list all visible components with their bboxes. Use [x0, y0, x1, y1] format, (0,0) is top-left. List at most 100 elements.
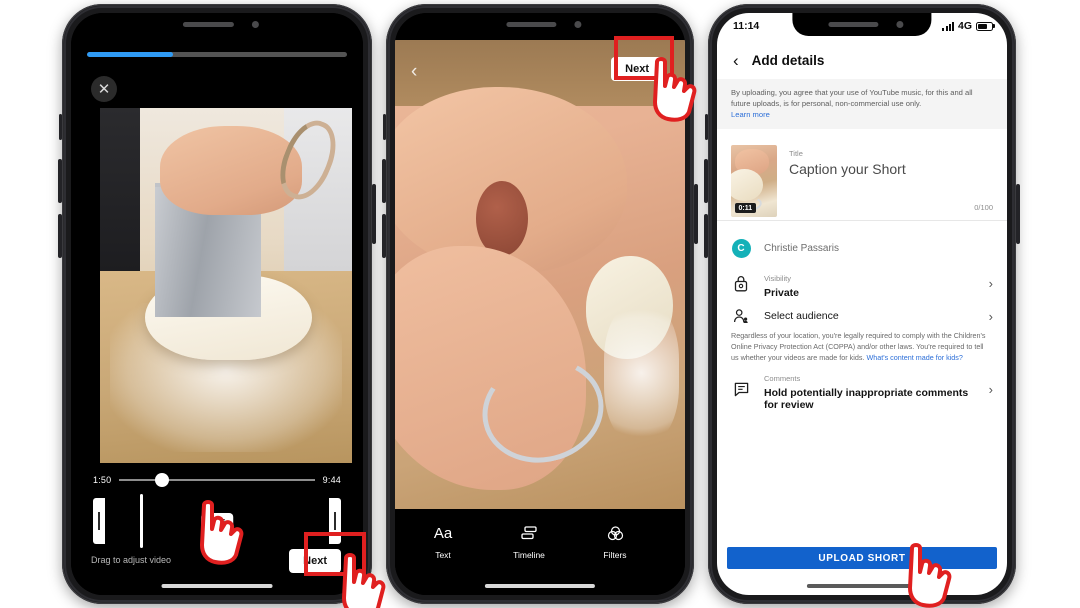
status-time: 11:14 — [733, 20, 760, 32]
lock-icon — [731, 275, 751, 292]
video-scrubber[interactable]: 1:50 9:44 — [93, 471, 341, 489]
trim-handle-grip-icon — [334, 512, 336, 530]
title-input-column[interactable]: Title Caption your Short 0/100 — [789, 145, 993, 220]
edit-toolbar: Aa Text Timeline Filters — [395, 509, 685, 595]
page-title: Add details — [751, 52, 825, 68]
audience-person-icon — [731, 308, 751, 324]
bg-cabinet — [100, 108, 141, 272]
avatar: C — [731, 238, 751, 258]
channel-name: Christie Passaris — [764, 242, 840, 254]
phone-2-edit: ‹ Next Aa Text Timeline Filters — [382, 4, 698, 604]
close-glyph: ✕ — [97, 80, 111, 98]
signal-icon — [942, 21, 954, 31]
comments-text: Comments Hold potentially inappropriate … — [764, 368, 976, 411]
phone1-notch — [146, 13, 288, 36]
phone3-volume-up-button[interactable] — [704, 159, 708, 203]
screenshot-stage: ✕ 1:50 9:44 Drag to adjust video Next ‹ … — [0, 0, 1080, 608]
cursor-hand-filmstrip — [190, 499, 246, 565]
thumb-dough — [731, 169, 764, 202]
filters-tool[interactable]: Filters — [589, 523, 641, 595]
page-header: ‹ Add details — [717, 43, 1007, 77]
phone3-power-button[interactable] — [1016, 184, 1020, 244]
comments-label: Comments — [764, 373, 801, 383]
trim-handle-grip-icon — [98, 512, 100, 530]
audience-label: Select audience — [764, 310, 839, 322]
title-label: Title — [789, 149, 803, 158]
cursor-hand-next — [332, 552, 388, 608]
upload-progress-fill — [87, 52, 173, 57]
music-notice: By uploading, you agree that your use of… — [717, 79, 1007, 129]
visibility-row[interactable]: Visibility Private › — [717, 268, 1007, 299]
audience-row[interactable]: Select audience › — [717, 303, 1007, 329]
timeline-tool-label: Timeline — [513, 550, 545, 560]
scrubber-start-time: 1:50 — [93, 475, 112, 485]
comment-icon — [731, 382, 751, 397]
video-preview[interactable] — [395, 40, 685, 509]
phone2-power-button[interactable] — [694, 184, 698, 244]
network-type: 4G — [957, 20, 972, 32]
avatar-wrap: C — [731, 238, 751, 258]
phone3-details-ui: 11:14 4G ‹ Add details By uploading, you… — [717, 13, 1007, 595]
speaker-grille-icon — [183, 22, 234, 27]
phone1-volume-up-button[interactable] — [58, 159, 62, 203]
filters-icon — [607, 523, 624, 543]
phone2-volume-down-button[interactable] — [382, 214, 386, 258]
phone-1-trim: ✕ 1:50 9:44 Drag to adjust video Next — [58, 4, 386, 608]
phone3-volume-down-button[interactable] — [704, 214, 708, 258]
upload-short-button[interactable]: UPLOAD SHORT — [727, 547, 997, 569]
bg-lace — [603, 302, 680, 444]
title-field-row[interactable]: 0:11 Title Caption your Short 0/100 — [717, 139, 1007, 221]
status-bar: 11:14 4G — [717, 13, 1007, 39]
timeline-icon — [521, 523, 537, 543]
phone2-notch — [470, 13, 610, 36]
title-input[interactable]: Caption your Short — [789, 161, 993, 177]
front-camera-icon — [252, 21, 260, 28]
status-indicators: 4G — [942, 20, 993, 32]
trim-hint-text: Drag to adjust video — [91, 555, 172, 565]
phone3-screen: 11:14 4G ‹ Add details By uploading, you… — [717, 13, 1007, 595]
channel-row[interactable]: C Christie Passaris — [717, 235, 1007, 261]
home-indicator — [161, 584, 273, 588]
comments-value: Hold potentially inappropriate comments … — [764, 386, 969, 411]
playhead-indicator[interactable] — [140, 494, 143, 548]
phone3-mute-button[interactable] — [705, 114, 708, 140]
visibility-value: Private — [764, 286, 800, 299]
scrubber-end-time: 9:44 — [322, 475, 341, 485]
phone2-volume-up-button[interactable] — [382, 159, 386, 203]
chevron-right-icon: › — [988, 381, 993, 397]
video-thumbnail[interactable]: 0:11 — [731, 145, 777, 217]
phone1-power-button[interactable] — [372, 184, 376, 244]
back-icon[interactable]: ‹ — [411, 61, 417, 83]
visibility-text: Visibility Private — [764, 268, 976, 299]
learn-more-link[interactable]: Learn more — [731, 110, 770, 119]
comments-row[interactable]: Comments Hold potentially inappropriate … — [717, 374, 1007, 411]
coppa-notice: Regardless of your location, you're lega… — [717, 331, 1007, 363]
text-tool[interactable]: Aa Text — [417, 523, 469, 595]
filters-tool-label: Filters — [603, 550, 627, 560]
title-char-counter: 0/100 — [974, 203, 993, 212]
video-preview[interactable] — [100, 108, 352, 463]
phone2-screen: ‹ Next Aa Text Timeline Filters — [395, 13, 685, 595]
speaker-grille-icon — [506, 22, 557, 27]
trim-handle-left[interactable] — [93, 498, 105, 544]
phone1-volume-down-button[interactable] — [58, 214, 62, 258]
text-icon: Aa — [433, 524, 453, 542]
chevron-right-icon: › — [988, 308, 993, 324]
phone2-edit-ui: ‹ Next Aa Text Timeline Filters — [395, 13, 685, 595]
coppa-link[interactable]: What's content made for kids? — [866, 353, 962, 362]
phone-3-details: 11:14 4G ‹ Add details By uploading, you… — [704, 4, 1020, 608]
upload-progress-bar — [87, 52, 347, 57]
phone2-mute-button[interactable] — [383, 114, 386, 140]
close-icon[interactable]: ✕ — [91, 76, 117, 102]
back-icon[interactable]: ‹ — [733, 52, 739, 69]
battery-icon — [976, 21, 993, 31]
text-tool-label: Text — [435, 550, 451, 560]
visibility-label: Visibility — [764, 273, 791, 283]
phone1-mute-button[interactable] — [59, 114, 62, 140]
bg-knuckle — [476, 180, 529, 256]
cursor-hand-upload — [898, 542, 954, 608]
scrubber-track[interactable] — [119, 473, 315, 487]
front-camera-icon — [574, 21, 582, 28]
scrubber-knob[interactable] — [155, 473, 170, 487]
chevron-right-icon: › — [988, 275, 993, 291]
